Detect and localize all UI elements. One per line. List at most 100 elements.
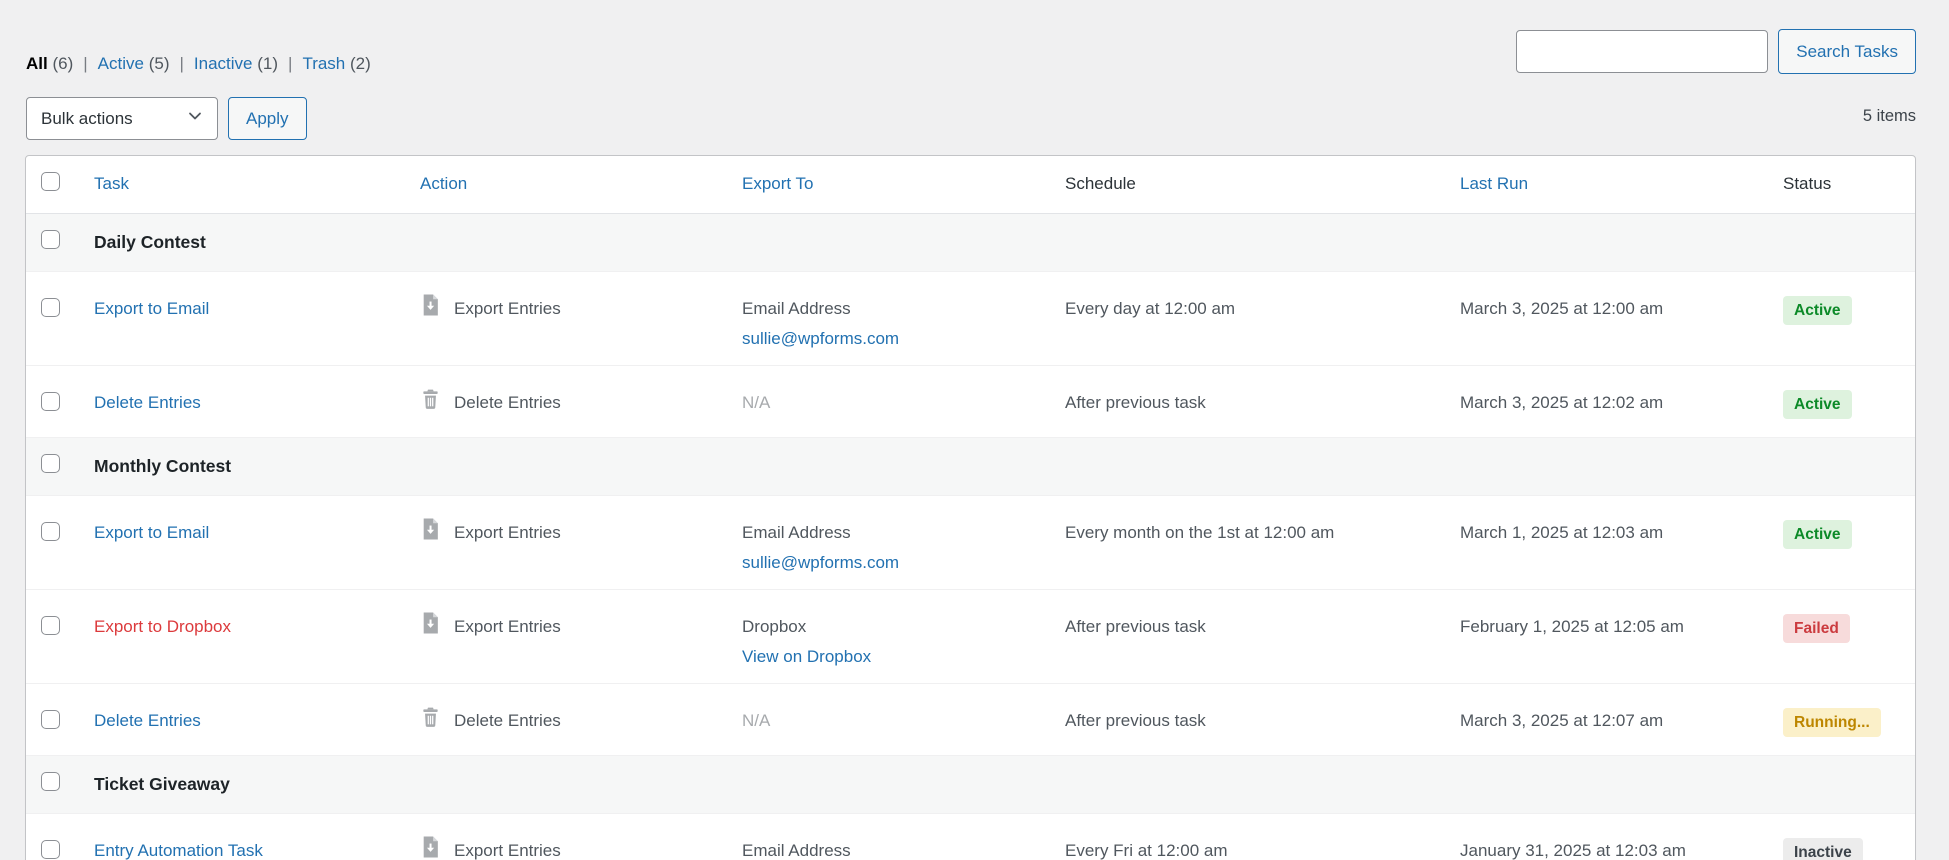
- filter-separator: |: [83, 54, 87, 74]
- sort-by-export-to-link[interactable]: Export To: [742, 174, 814, 193]
- schedule-text: After previous task: [1065, 711, 1206, 730]
- sort-by-task-link[interactable]: Task: [94, 174, 129, 193]
- filter-inactive-count: (1): [257, 54, 278, 73]
- bulk-actions-bar: Bulk actions Apply: [26, 97, 307, 140]
- row-checkbox-cell: [26, 813, 76, 860]
- filter-separator: |: [288, 54, 292, 74]
- action-cell: Export Entries: [402, 813, 724, 860]
- status-badge: Failed: [1783, 614, 1850, 643]
- search-input[interactable]: [1516, 30, 1768, 73]
- filter-inactive-label: Inactive: [194, 54, 253, 73]
- task-row: Export to Email Export Entries Email Addre…: [26, 271, 1915, 365]
- sort-by-action-link[interactable]: Action: [420, 174, 467, 193]
- select-all-cell: [26, 156, 76, 213]
- sort-by-last-run-link[interactable]: Last Run: [1460, 174, 1528, 193]
- form-group-title-cell: Daily Contest: [76, 213, 1915, 271]
- export-to-cell: Email Address sullie@wpforms.com: [724, 495, 1047, 589]
- last-run-cell: March 3, 2025 at 12:00 am: [1442, 271, 1765, 365]
- schedule-cell: Every day at 12:00 am: [1047, 271, 1442, 365]
- export-to-cell: N/A: [724, 365, 1047, 437]
- row-checkbox[interactable]: [41, 710, 60, 729]
- export-file-icon: [420, 518, 441, 548]
- tasks-table-body: Daily Contest Export to Email Export Entri…: [26, 213, 1915, 860]
- status-cell: Active: [1765, 365, 1915, 437]
- trash-icon: [420, 706, 441, 736]
- task-row: Delete EntriesDelete EntriesN/AAfter pre…: [26, 365, 1915, 437]
- row-checkbox[interactable]: [41, 230, 60, 249]
- export-target-na: N/A: [742, 393, 770, 412]
- export-target-link[interactable]: View on Dropbox: [742, 647, 871, 666]
- row-checkbox-cell: [26, 365, 76, 437]
- bulk-actions-selected-label: Bulk actions: [41, 109, 133, 129]
- action-cell: Export Entries: [402, 271, 724, 365]
- task-name-cell: Export to Dropbox: [76, 589, 402, 683]
- task-name-link[interactable]: Export to Email: [94, 299, 209, 318]
- task-name-link[interactable]: Delete Entries: [94, 393, 201, 412]
- row-checkbox-cell: [26, 271, 76, 365]
- filter-separator: |: [179, 54, 183, 74]
- status-badge: Inactive: [1783, 838, 1863, 860]
- form-group-row: Monthly Contest: [26, 437, 1915, 495]
- row-checkbox[interactable]: [41, 454, 60, 473]
- task-name-link[interactable]: Export to Email: [94, 523, 209, 542]
- action-label: Export Entries: [454, 614, 561, 640]
- chevron-down-icon: [187, 108, 203, 129]
- search-tasks-button[interactable]: Search Tasks: [1778, 29, 1916, 74]
- filter-active-count: (5): [149, 54, 170, 73]
- status-cell: Failed: [1765, 589, 1915, 683]
- task-name-link[interactable]: Entry Automation Task: [94, 841, 263, 860]
- row-checkbox[interactable]: [41, 772, 60, 791]
- export-target-label: Email Address: [742, 841, 851, 860]
- last-run-cell: February 1, 2025 at 12:05 am: [1442, 589, 1765, 683]
- row-checkbox-cell: [26, 437, 76, 495]
- row-checkbox-cell: [26, 213, 76, 271]
- task-name-cell: Delete Entries: [76, 365, 402, 437]
- status-badge: Running...: [1783, 708, 1881, 737]
- filter-active[interactable]: Active (5): [98, 54, 170, 74]
- form-group-row: Daily Contest: [26, 213, 1915, 271]
- filter-active-label: Active: [98, 54, 144, 73]
- row-checkbox[interactable]: [41, 392, 60, 411]
- select-all-checkbox[interactable]: [41, 172, 60, 191]
- export-target-link[interactable]: sullie@wpforms.com: [742, 553, 899, 572]
- export-to-cell: N/A: [724, 683, 1047, 755]
- export-target-label: Dropbox: [742, 617, 806, 636]
- schedule-text: Every day at 12:00 am: [1065, 299, 1235, 318]
- table-header-row: Task Action Export To Schedule Last Run …: [26, 156, 1915, 213]
- status-filter-bar: All (6) | Active (5) | Inactive (1) | Tr…: [26, 54, 371, 74]
- task-name-link[interactable]: Export to Dropbox: [94, 617, 231, 636]
- last-run-text: January 31, 2025 at 12:03 am: [1460, 841, 1686, 860]
- export-target-label: Email Address: [742, 523, 851, 542]
- apply-button[interactable]: Apply: [228, 97, 307, 140]
- filter-all-count: (6): [52, 54, 73, 73]
- trash-icon: [420, 388, 441, 418]
- last-run-text: February 1, 2025 at 12:05 am: [1460, 617, 1684, 636]
- task-row: Export to Dropbox Export Entries Dropbox Vi…: [26, 589, 1915, 683]
- row-checkbox[interactable]: [41, 616, 60, 635]
- row-checkbox-cell: [26, 683, 76, 755]
- status-cell: Running...: [1765, 683, 1915, 755]
- export-file-icon: [420, 836, 441, 860]
- task-name-link[interactable]: Delete Entries: [94, 711, 201, 730]
- export-to-cell: Email Address: [724, 813, 1047, 860]
- row-checkbox[interactable]: [41, 298, 60, 317]
- column-header-schedule: Schedule: [1047, 156, 1442, 213]
- schedule-text: After previous task: [1065, 393, 1206, 412]
- export-target-link[interactable]: sullie@wpforms.com: [742, 329, 899, 348]
- bulk-actions-select[interactable]: Bulk actions: [26, 97, 218, 140]
- action-cell: Delete Entries: [402, 683, 724, 755]
- filter-inactive[interactable]: Inactive (1): [194, 54, 278, 74]
- form-group-title-cell: Ticket Giveaway: [76, 755, 1915, 813]
- status-badge: Active: [1783, 520, 1852, 549]
- filter-trash[interactable]: Trash (2): [302, 54, 370, 74]
- row-checkbox-cell: [26, 589, 76, 683]
- task-name-cell: Entry Automation Task: [76, 813, 402, 860]
- schedule-cell: Every Fri at 12:00 am: [1047, 813, 1442, 860]
- row-checkbox[interactable]: [41, 840, 60, 859]
- filter-trash-count: (2): [350, 54, 371, 73]
- task-row: Entry Automation Task Export Entries Email…: [26, 813, 1915, 860]
- filter-all[interactable]: All (6): [26, 54, 73, 74]
- row-checkbox[interactable]: [41, 522, 60, 541]
- action-label: Delete Entries: [454, 708, 561, 734]
- export-target-label: Email Address: [742, 299, 851, 318]
